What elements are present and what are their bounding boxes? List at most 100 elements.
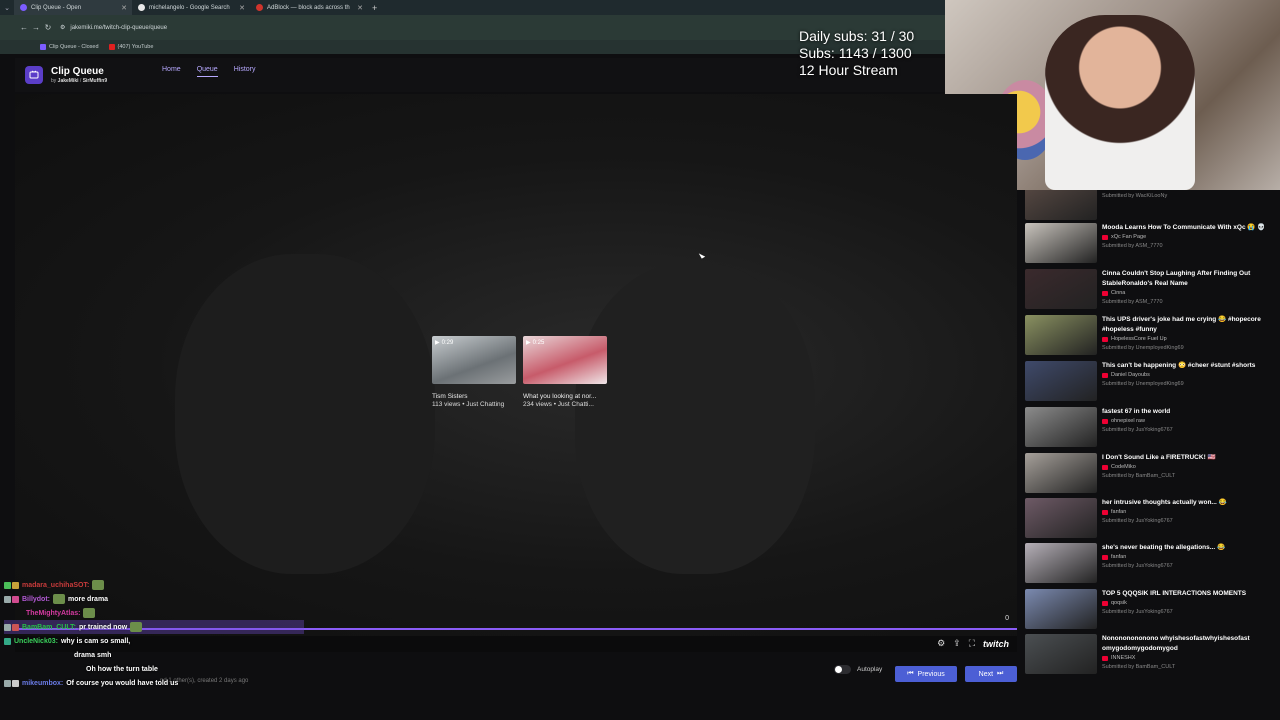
sub-badge-icon	[12, 595, 19, 603]
video-player[interactable]: ▶ 0:29 Tism Sisters 113 views • Just Chat…	[15, 94, 1017, 636]
queue-item[interactable]: her intrusive thoughts actually won... 😂…	[1025, 498, 1280, 543]
stream-length-text: 12 Hour Stream	[799, 62, 898, 78]
suggested-clip[interactable]: ▶ 0:29 Tism Sisters 113 views • Just Chat…	[432, 336, 516, 408]
tab-label: michelangelo - Google Search	[149, 4, 230, 11]
youtube-icon	[1102, 373, 1108, 378]
youtube-icon	[1102, 291, 1108, 296]
queue-item[interactable]: I Don't Sound Like a FIRETRUCK! 🇺🇸 CodeMi…	[1025, 453, 1280, 498]
streamer	[1045, 15, 1195, 190]
queue-item-channel: qoqsik	[1102, 599, 1280, 608]
queue-item-submitter: Submitted by UnemployedKing69	[1102, 345, 1184, 351]
previous-icon: ⏮	[907, 670, 914, 677]
forward-arrow-icon[interactable]: →	[30, 23, 42, 32]
queue-item[interactable]: TOP 5 QQQSIK IRL INTERACTIONS MOMENTS qoq…	[1025, 589, 1280, 634]
queue-item[interactable]: Cinna Couldn't Stop Laughing After Findi…	[1025, 269, 1280, 314]
chat-username: mikeumbox:	[22, 679, 64, 687]
author-link-jakemiki[interactable]: JakeMiki	[58, 78, 79, 84]
next-button[interactable]: Next ⏭	[965, 666, 1017, 682]
new-tab-icon[interactable]: +	[372, 3, 377, 13]
play-icon: ▶	[435, 340, 440, 346]
end-screen-suggestions: ▶ 0:29 Tism Sisters 113 views • Just Chat…	[432, 336, 607, 408]
bits-badge-icon	[12, 581, 19, 589]
queue-item-channel: Cinna	[1102, 289, 1280, 298]
queue-item-title: fastest 67 in the world	[1102, 408, 1171, 415]
bookmark-clip-queue[interactable]: Clip Queue - Closed	[40, 44, 99, 50]
queue-item-thumbnail	[1025, 407, 1097, 447]
queue-item-thumbnail	[1025, 315, 1097, 355]
youtube-icon	[1102, 337, 1108, 342]
adblock-favicon-icon	[256, 4, 263, 11]
suggested-clip-meta: 113 views • Just Chatting	[432, 401, 505, 408]
browser-tab-clip-queue[interactable]: Clip Queue - Open ✕	[14, 0, 132, 15]
reload-icon[interactable]: ↻	[42, 23, 54, 32]
nav-queue[interactable]: Queue	[196, 66, 218, 77]
youtube-icon	[1102, 235, 1108, 240]
video-figure-right	[575, 264, 815, 574]
chat-message: Oh how the turn table	[4, 662, 304, 676]
browser-tab-google-search[interactable]: michelangelo - Google Search ✕	[132, 0, 250, 15]
twitch-logo[interactable]: twitch	[983, 639, 1009, 649]
chat-text: Oh how the turn table	[86, 665, 158, 673]
queue-item-submitter: Submitted by BamBam_CULT	[1102, 473, 1176, 479]
chat-text: pr trained now	[78, 623, 128, 631]
youtube-icon	[1102, 601, 1108, 606]
fullscreen-icon[interactable]: ⛶	[969, 638, 975, 649]
queue-item-title: her intrusive thoughts actually won... 😂	[1102, 499, 1227, 506]
queue-item-title: she's never beating the allegations... 😂	[1102, 544, 1226, 551]
main-nav: Home Queue History	[162, 66, 256, 77]
suggested-clip-meta: 234 views • Just Chatti...	[523, 401, 594, 408]
queue-item-title: TOP 5 QQQSIK IRL INTERACTIONS MOMENTS	[1102, 590, 1247, 597]
author-link-sirmuffin[interactable]: SirMuffin9	[83, 78, 107, 84]
queue-item-thumbnail	[1025, 223, 1097, 263]
previous-button[interactable]: ⏮ Previous	[895, 666, 957, 682]
queue-item[interactable]: she's never beating the allegations... 😂…	[1025, 543, 1280, 588]
url-field[interactable]: ⚙ jakemiki.me/twitch-clip-queue/queue	[60, 24, 168, 32]
queue-item-thumbnail	[1025, 190, 1097, 220]
queue-item[interactable]: Mooda Learns How To Communicate With xQc…	[1025, 223, 1280, 268]
sub-badge-icon	[4, 581, 11, 589]
queue-item[interactable]: This can't be happening 😳 #cheer #stunt …	[1025, 361, 1280, 406]
queue-item-title: This UPS driver's joke had me crying 😂 #…	[1102, 316, 1261, 333]
bookmark-youtube[interactable]: (407) YouTube	[108, 44, 153, 50]
close-tab-icon[interactable]: ✕	[357, 4, 363, 12]
sword-badge-icon	[4, 679, 11, 687]
queue-item-submitter: Submitted by JusYoking6767	[1102, 609, 1173, 615]
site-info-icon[interactable]: ⚙	[60, 24, 65, 31]
tv-logo-icon[interactable]	[25, 66, 43, 84]
queue-item-thumbnail	[1025, 269, 1097, 309]
youtube-icon	[1102, 555, 1108, 560]
mod-badge-icon	[4, 637, 11, 645]
queue-item[interactable]: fastest 67 in the world ohnepixel raw Subm…	[1025, 407, 1280, 452]
queue-item-title: Cinna Couldn't Stop Laughing After Findi…	[1102, 270, 1251, 287]
queue-item-channel: INNESHX	[1102, 654, 1280, 663]
tab-label: Clip Queue - Open	[31, 4, 82, 11]
queue-item[interactable]: Submitted by WacKiLooNy	[1025, 190, 1280, 225]
queue-item-submitter: Submitted by ASM_7770	[1102, 299, 1163, 305]
queue-item-title: Mooda Learns How To Communicate With xQc…	[1102, 224, 1266, 231]
queue-item-thumbnail	[1025, 543, 1097, 583]
back-arrow-icon[interactable]: ←	[18, 23, 30, 32]
clip-duration: ▶ 0:29	[435, 339, 454, 347]
queue-item[interactable]: Nonononononono whyishesofastwhyishesofas…	[1025, 634, 1280, 675]
suggested-clip-title: What you looking at nor...	[523, 393, 597, 400]
nav-history[interactable]: History	[234, 66, 256, 77]
settings-gear-icon[interactable]: ⚙	[937, 638, 945, 649]
chat-message: UncleNick03: why is cam so small,	[4, 634, 304, 648]
play-icon: ▶	[526, 340, 531, 346]
close-tab-icon[interactable]: ✕	[121, 4, 127, 12]
tab-list-chevron-icon[interactable]: ⌄	[0, 4, 14, 12]
sub-badge-icon	[12, 679, 19, 687]
queue-item-channel: ohnepixel raw	[1102, 417, 1280, 426]
chat-overlay: madara_uchihaSOT: Billydot: more drama T…	[4, 578, 304, 690]
share-icon[interactable]: ⇪	[953, 638, 961, 649]
chat-username: TheMightyAtlas:	[26, 609, 81, 617]
browser-tab-adblock[interactable]: AdBlock — block ads across th ✕	[250, 0, 368, 15]
queue-item[interactable]: This UPS driver's joke had me crying 😂 #…	[1025, 315, 1280, 360]
autoplay-toggle[interactable]	[834, 665, 851, 674]
tab-label: AdBlock — block ads across th	[267, 4, 350, 11]
nav-home[interactable]: Home	[162, 66, 181, 77]
url-text: jakemiki.me/twitch-clip-queue/queue	[70, 24, 168, 31]
suggested-clip[interactable]: ▶ 0:25 What you looking at nor... 234 vie…	[523, 336, 607, 408]
close-tab-icon[interactable]: ✕	[239, 4, 245, 12]
queue-item-submitter: Submitted by JusYoking6767	[1102, 518, 1173, 524]
